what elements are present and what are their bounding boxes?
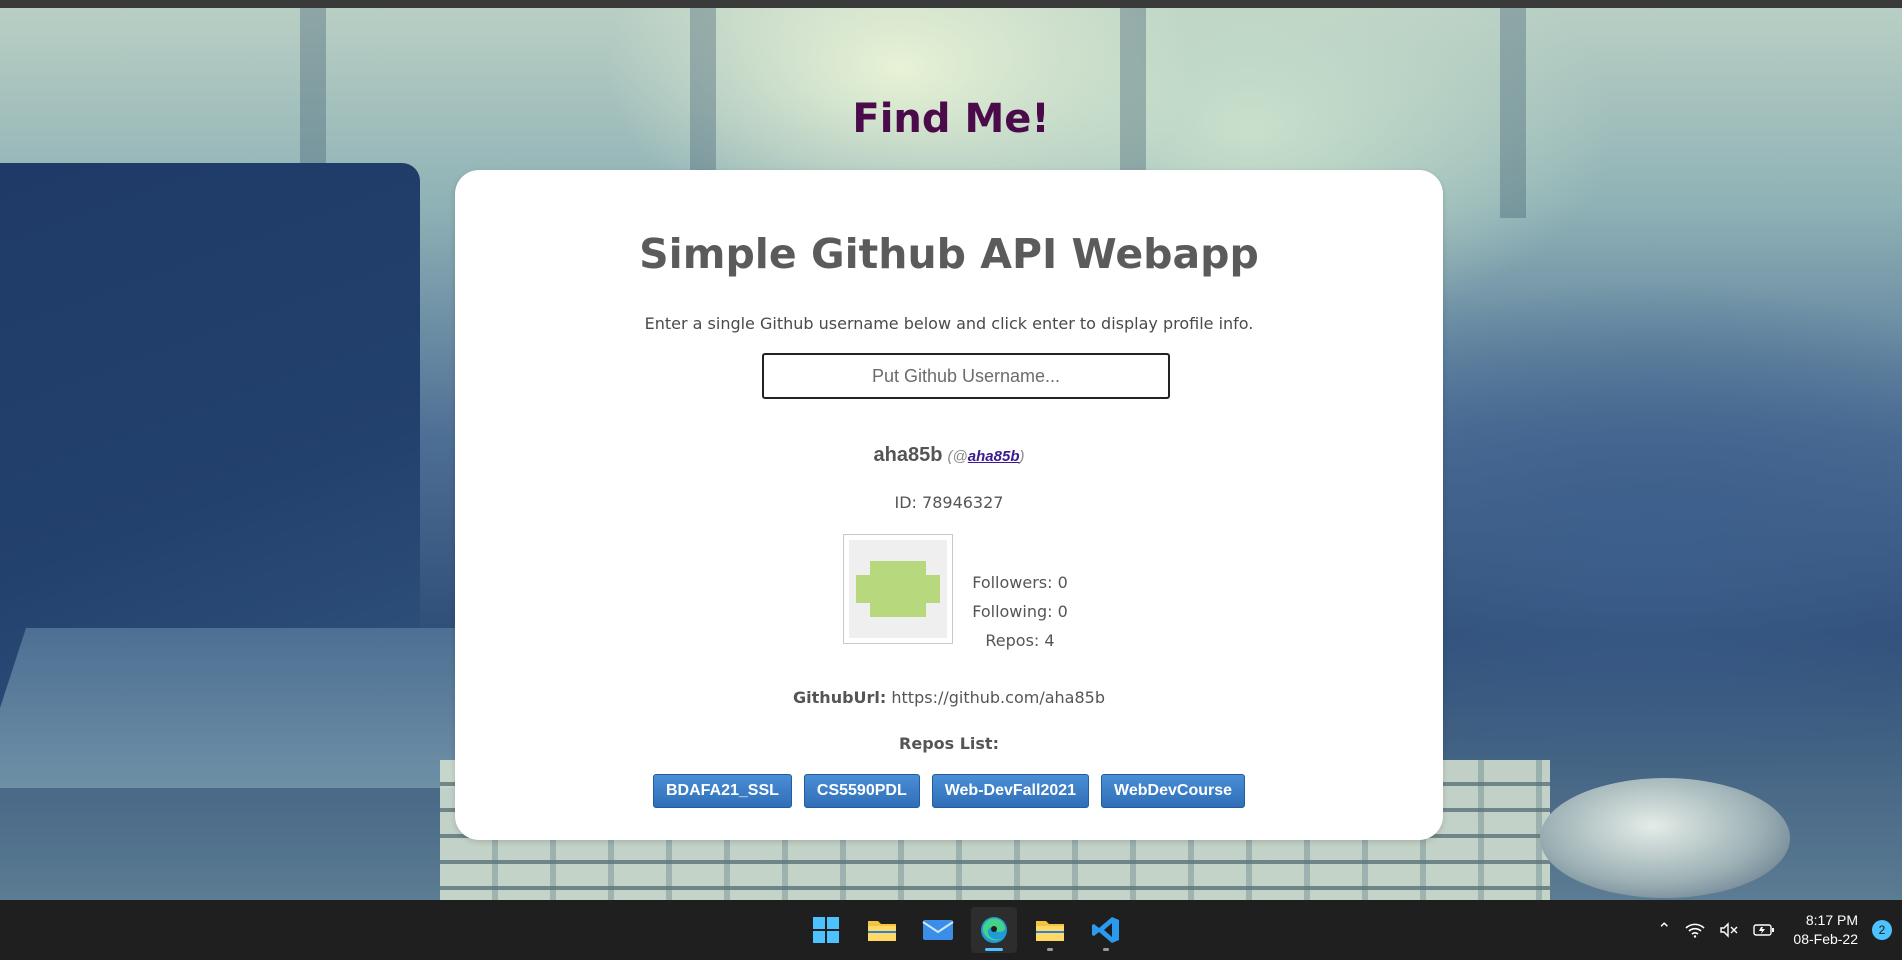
taskbar-apps bbox=[803, 900, 1129, 960]
repos-list-heading: Repos List: bbox=[899, 734, 999, 753]
speaker-muted-icon[interactable] bbox=[1719, 922, 1739, 938]
profile-card: Simple Github API Webapp Enter a single … bbox=[455, 170, 1443, 840]
identicon-block bbox=[870, 547, 926, 631]
windows-logo-icon bbox=[813, 917, 839, 943]
windows-taskbar: ⌃ 8:17 PM 08-Feb-22 2 bbox=[0, 900, 1902, 960]
github-url-line: GithubUrl: https://github.com/aha85b bbox=[455, 687, 1443, 709]
clock-date: 08-Feb-22 bbox=[1793, 931, 1858, 947]
browser-top-strip bbox=[0, 0, 1902, 8]
notification-badge[interactable]: 2 bbox=[1872, 920, 1892, 940]
profile-name-line: aha85b (@aha85b) bbox=[455, 442, 1443, 470]
repo-button[interactable]: WebDevCourse bbox=[1101, 774, 1246, 808]
battery-icon[interactable] bbox=[1753, 922, 1775, 938]
profile-handle-link[interactable]: aha85b bbox=[968, 448, 1020, 465]
github-url: https://github.com/aha85b bbox=[891, 688, 1105, 707]
repo-button[interactable]: BDAFA21_SSL bbox=[652, 774, 792, 808]
folder-icon bbox=[1036, 921, 1064, 941]
following-count: Following: 0 bbox=[972, 602, 1068, 621]
instructions-text: Enter a single Github username below and… bbox=[644, 314, 1254, 333]
username-search-input[interactable] bbox=[762, 353, 1170, 399]
vscode-icon bbox=[1092, 917, 1119, 943]
profile-username: aha85b bbox=[873, 444, 943, 466]
handle-suffix: ) bbox=[1019, 448, 1025, 465]
profile-id: ID: 78946327 bbox=[894, 493, 1004, 512]
github-url-label: GithubUrl: bbox=[793, 688, 887, 707]
taskbar-mail[interactable] bbox=[915, 907, 961, 953]
start-button[interactable] bbox=[803, 907, 849, 953]
running-app-indicator bbox=[1047, 948, 1053, 951]
wifi-icon[interactable] bbox=[1685, 922, 1705, 938]
card-title: Simple Github API Webapp bbox=[639, 230, 1259, 278]
taskbar-file-explorer-2[interactable] bbox=[1027, 907, 1073, 953]
repo-button[interactable]: CS5590PDL bbox=[803, 774, 920, 808]
taskbar-edge[interactable] bbox=[971, 907, 1017, 953]
avatar bbox=[843, 534, 953, 644]
repo-button[interactable]: Web-DevFall2021 bbox=[931, 774, 1090, 808]
taskbar-vscode[interactable] bbox=[1083, 907, 1129, 953]
identicon-avatar bbox=[849, 540, 947, 638]
repos-list: BDAFA21_SSL CS5590PDL Web-DevFall2021 We… bbox=[455, 774, 1443, 808]
handle-prefix: (@ bbox=[947, 448, 968, 465]
page-heading: Find Me! bbox=[852, 96, 1050, 142]
system-tray: ⌃ 8:17 PM 08-Feb-22 2 bbox=[1657, 900, 1902, 960]
profile-stats: Followers: 0 Following: 0 Repos: 4 bbox=[960, 568, 1080, 655]
profile-handle: (@aha85b) bbox=[948, 448, 1025, 465]
taskbar-file-explorer[interactable] bbox=[859, 907, 905, 953]
system-clock[interactable]: 8:17 PM 08-Feb-22 bbox=[1793, 911, 1858, 949]
followers-count: Followers: 0 bbox=[972, 573, 1068, 592]
chevron-up-icon[interactable]: ⌃ bbox=[1657, 920, 1671, 940]
mail-icon bbox=[922, 920, 954, 940]
active-app-indicator bbox=[985, 948, 1003, 951]
repos-count: Repos: 4 bbox=[985, 631, 1055, 650]
folder-icon bbox=[868, 921, 896, 941]
clock-time: 8:17 PM bbox=[1805, 912, 1858, 928]
running-app-indicator bbox=[1103, 948, 1109, 951]
edge-browser-icon bbox=[981, 917, 1007, 943]
background-mouse bbox=[1540, 778, 1790, 898]
